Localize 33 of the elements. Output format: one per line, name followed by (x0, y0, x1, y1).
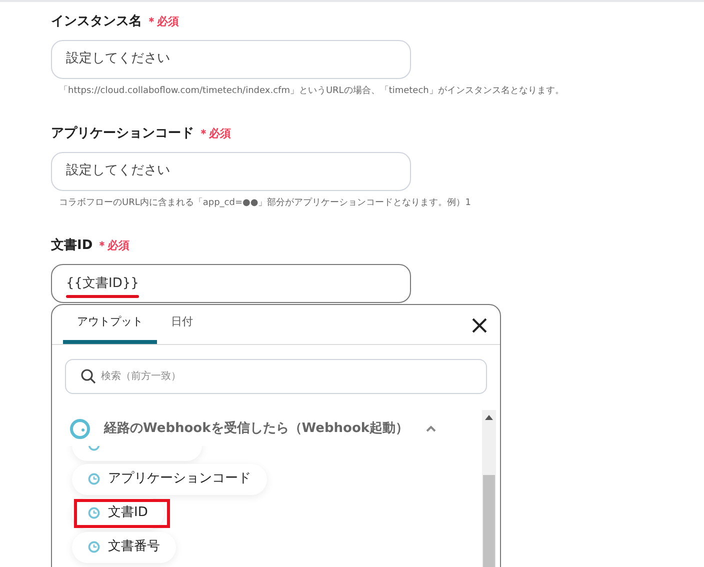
output-item[interactable]: アプリケーションコード (72, 464, 267, 494)
tab[interactable]: 日付 (157, 304, 207, 344)
required-mark: ＊必須 (198, 126, 231, 142)
group-title: 経路のWebhookを受信したら（Webhook起動） (104, 420, 409, 438)
bubble-icon (69, 418, 91, 440)
search-icon (81, 368, 96, 384)
input-field[interactable]: {{文書ID}} (51, 264, 411, 302)
field-label: インスタンス名 (51, 13, 142, 31)
scroll-up-icon[interactable] (485, 414, 493, 420)
item-label: アプリケーションコード (108, 470, 251, 488)
scrollbar[interactable] (482, 410, 496, 567)
clock-icon (88, 507, 100, 519)
field-label: アプリケーションコード (51, 124, 194, 143)
placeholder-text: 設定してください (66, 50, 170, 68)
search-field[interactable]: 検索（前方一致） (65, 358, 487, 394)
item-label: 文書番号 (108, 538, 160, 556)
clock-icon (88, 473, 100, 485)
close-icon[interactable] (472, 318, 487, 332)
chevron-up-icon[interactable] (426, 425, 436, 432)
input-field[interactable]: 設定してください (51, 152, 411, 190)
field-hint: コラボフローのURL内に含まれる「app_cd=●●」部分がアプリケーションコードとなります。例）1 (59, 196, 472, 210)
placeholder-text: 検索（前方一致） (101, 370, 181, 384)
field-label: 文書ID (51, 236, 93, 255)
placeholder-text: 設定してください (66, 162, 170, 180)
output-item[interactable]: 文書番号 (72, 532, 176, 562)
field-value: {{文書ID}} (66, 275, 139, 294)
required-mark: ＊必須 (146, 14, 179, 30)
clock-icon (88, 541, 100, 553)
item-label: 文書ID (108, 504, 148, 522)
required-mark: ＊必須 (96, 238, 130, 254)
field-hint: 「https://cloud.collaboflow.com/timetech/index.cfm」というURLの場合、「timetech」がインスタンス名となります。 (59, 84, 565, 98)
input-field[interactable]: 設定してください (51, 40, 411, 78)
tab[interactable]: アウトプット (63, 304, 157, 344)
